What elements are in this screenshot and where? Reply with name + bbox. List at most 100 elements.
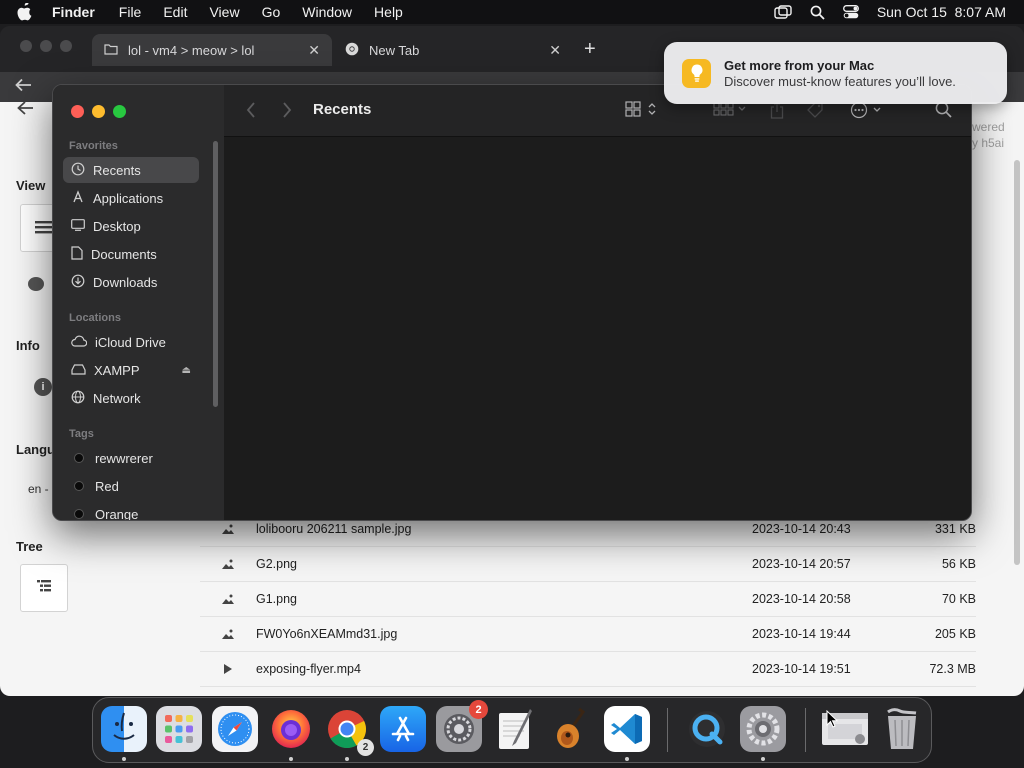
sidebar-item-downloads[interactable]: Downloads (63, 269, 199, 295)
system-settings-icon[interactable]: 2 (436, 700, 488, 752)
tag-dot-icon (74, 509, 84, 519)
sidebar-item-label: XAMPP (94, 362, 140, 378)
finder-window: Favorites Recents Applications Desktop D… (52, 84, 972, 521)
language-select[interactable]: en - (28, 482, 49, 496)
page-scrollbar[interactable] (1014, 160, 1020, 565)
chrome-icon[interactable]: 2 (324, 706, 374, 756)
vscode-icon[interactable] (604, 706, 650, 752)
view-mode-grid-icon[interactable] (625, 101, 659, 117)
size-slider-knob[interactable] (28, 277, 44, 291)
tree-view-toggle[interactable] (20, 564, 68, 612)
menu-file[interactable]: File (119, 4, 142, 20)
safari-icon[interactable] (212, 706, 258, 752)
file-name[interactable]: G2.png (256, 557, 752, 571)
download-icon (71, 274, 85, 291)
sidebar-tag-rewwrerer[interactable]: rewwrerer (63, 445, 199, 471)
screen-mirroring-icon[interactable] (774, 5, 792, 19)
garageband-icon[interactable] (548, 706, 594, 752)
mouse-pointer-icon (826, 709, 839, 731)
sidebar-item-label: Desktop (93, 218, 141, 234)
firefox-icon[interactable] (268, 706, 314, 752)
browser-close-button[interactable] (20, 40, 32, 52)
sidebar-item-desktop[interactable]: Desktop (63, 213, 199, 239)
file-size: 72.3 MB (929, 662, 976, 676)
file-size: 331 KB (934, 522, 976, 536)
menu-edit[interactable]: Edit (163, 4, 187, 20)
finder-content-area[interactable] (224, 137, 971, 520)
sidebar-item-icloud-drive[interactable]: iCloud Drive (63, 329, 199, 355)
close-tab-icon[interactable]: ✕ (549, 42, 561, 59)
finder-sidebar: Favorites Recents Applications Desktop D… (53, 85, 224, 520)
file-date: 2023-10-14 19:51 (752, 662, 851, 676)
lightbulb-icon (682, 58, 711, 88)
notification-title: Get more from your Mac (724, 57, 875, 73)
image-file-icon (200, 593, 256, 605)
sidebar-item-recents[interactable]: Recents (63, 157, 199, 183)
menu-help[interactable]: Help (374, 4, 403, 20)
trash-icon[interactable] (879, 706, 925, 752)
menu-go[interactable]: Go (262, 4, 281, 20)
sidebar-item-network[interactable]: Network (63, 385, 199, 411)
menu-window[interactable]: Window (302, 4, 352, 20)
folder-icon (104, 43, 118, 58)
notification-banner[interactable]: Get more from your Mac Discover must-kno… (664, 42, 1007, 104)
browser-zoom-button[interactable] (60, 40, 72, 52)
finder-close-button[interactable] (71, 105, 84, 118)
sidebar-tag-orange[interactable]: Orange (63, 501, 199, 521)
close-tab-icon[interactable]: ✕ (308, 42, 320, 59)
sidebar-item-label: Downloads (93, 274, 158, 290)
info-icon[interactable]: i (34, 378, 52, 396)
settings-gear-icon[interactable] (740, 706, 786, 752)
sidebar-item-label: Applications (93, 190, 164, 206)
notification-count-badge: 2 (469, 700, 488, 719)
back-chevron-icon[interactable] (246, 101, 256, 124)
quicktime-icon[interactable] (684, 706, 730, 752)
running-indicator (761, 757, 765, 761)
dock: 2 2 (92, 697, 932, 763)
menu-app-name[interactable]: Finder (52, 4, 95, 20)
apple-logo-icon[interactable] (16, 3, 34, 21)
file-row[interactable]: FW0Yo6nXEAMmd31.jpg 2023-10-14 19:44 205… (200, 617, 976, 652)
browser-tab-lol[interactable]: lol - vm4 > meow > lol ✕ (92, 34, 332, 66)
image-file-icon (200, 558, 256, 570)
tree-list-icon (36, 579, 52, 598)
control-center-icon[interactable] (842, 5, 859, 19)
sidebar-item-xampp[interactable]: XAMPP ⏏ (63, 357, 199, 383)
powered-line-1: wered (972, 120, 1005, 134)
menu-view[interactable]: View (209, 4, 239, 20)
finder-zoom-button[interactable] (113, 105, 126, 118)
launchpad-icon[interactable] (156, 706, 202, 752)
sidebar-item-applications[interactable]: Applications (63, 185, 199, 211)
sidebar-scrollbar[interactable] (213, 141, 218, 407)
file-name[interactable]: lolibooru 206211 sample.jpg (256, 522, 752, 536)
sidebar-item-label: Documents (91, 246, 157, 262)
eject-icon[interactable]: ⏏ (182, 365, 191, 376)
menubar-clock[interactable]: Sun Oct 15 8:07 AM (877, 4, 1006, 20)
spotlight-search-icon[interactable] (810, 5, 825, 20)
sidebar-item-label: Orange (95, 506, 139, 521)
browser-back-icon[interactable] (14, 78, 32, 95)
file-name[interactable]: FW0Yo6nXEAMmd31.jpg (256, 627, 752, 641)
textedit-icon[interactable] (492, 706, 538, 752)
browser-tab-new-tab[interactable]: New Tab ✕ (333, 34, 573, 66)
new-tab-button[interactable]: + (584, 39, 596, 59)
finder-minimize-button[interactable] (92, 105, 105, 118)
file-row[interactable]: G2.png 2023-10-14 20:57 56 KB (200, 547, 976, 582)
sidebar-item-documents[interactable]: Documents (63, 241, 199, 267)
file-name[interactable]: G1.png (256, 592, 752, 606)
forward-chevron-icon[interactable] (282, 101, 292, 124)
browser-minimize-button[interactable] (40, 40, 52, 52)
file-name[interactable]: exposing-flyer.mp4 (256, 662, 752, 676)
finder-icon[interactable] (101, 706, 147, 752)
page-back-arrow-icon[interactable] (16, 100, 34, 119)
powered-line-2: y h5ai (972, 136, 1005, 150)
powered-by-text[interactable]: wered y h5ai (972, 119, 1005, 151)
sidebar-tag-red[interactable]: Red (63, 473, 199, 499)
file-row[interactable]: G1.png 2023-10-14 20:58 70 KB (200, 582, 976, 617)
finder-window-title: Recents (313, 101, 372, 118)
running-indicator (625, 757, 629, 761)
file-row[interactable]: exposing-flyer.mp4 2023-10-14 19:51 72.3… (200, 652, 976, 687)
file-date: 2023-10-14 20:58 (752, 592, 851, 606)
app-store-icon[interactable] (380, 706, 426, 752)
image-file-icon (200, 523, 256, 535)
